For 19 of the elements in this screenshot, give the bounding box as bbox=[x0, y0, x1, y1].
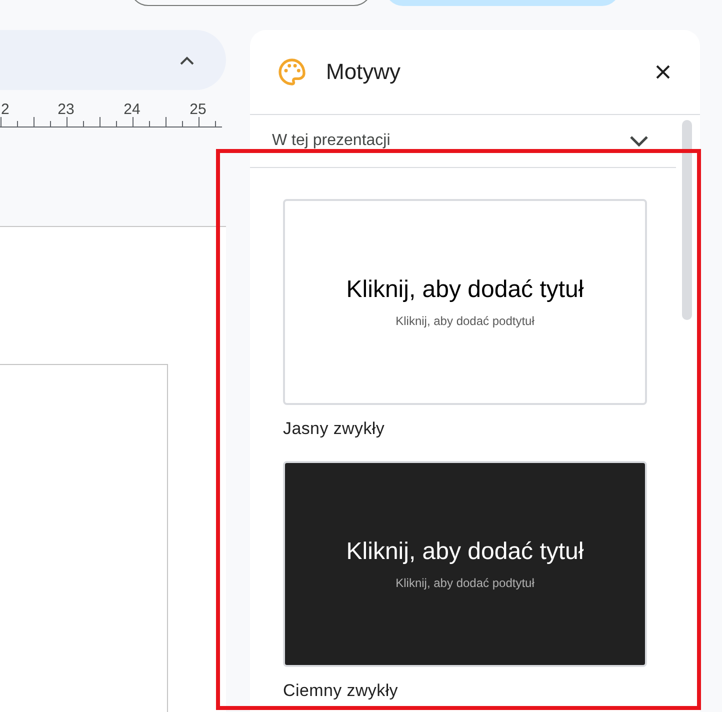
chevron-down-icon bbox=[630, 136, 648, 146]
theme-name: Ciemny zwykły bbox=[283, 681, 400, 701]
ruler-number: 23 bbox=[58, 102, 74, 118]
ruler-number: 25 bbox=[190, 102, 206, 118]
theme-preview[interactable]: Kliknij, aby dodać tytuł Kliknij, aby dodać podtytuł bbox=[283, 199, 647, 405]
theme-name: Jasny zwykły bbox=[283, 419, 386, 439]
ruler-number: 24 bbox=[124, 102, 140, 118]
slide-title: Kliknij, aby dodać tytuł bbox=[346, 276, 584, 304]
slide-subtitle: Kliknij, aby dodać podtytuł bbox=[396, 314, 534, 328]
slide-title: Kliknij, aby dodać tytuł bbox=[346, 538, 584, 566]
slide-subtitle: Kliknij, aby dodać podtytuł bbox=[396, 576, 534, 590]
ruler-number: 2 bbox=[1, 102, 10, 118]
chevron-up-icon[interactable] bbox=[180, 56, 194, 64]
scrollbar-thumb[interactable] bbox=[682, 120, 692, 320]
panel-title: Motywy bbox=[326, 59, 402, 85]
close-icon[interactable] bbox=[656, 65, 670, 79]
palette-icon bbox=[276, 56, 308, 88]
theme-preview[interactable]: Kliknij, aby dodać tytuł Kliknij, aby dodać podtytuł bbox=[283, 461, 647, 667]
filter-dropdown[interactable]: W tej prezentacji bbox=[250, 115, 676, 168]
